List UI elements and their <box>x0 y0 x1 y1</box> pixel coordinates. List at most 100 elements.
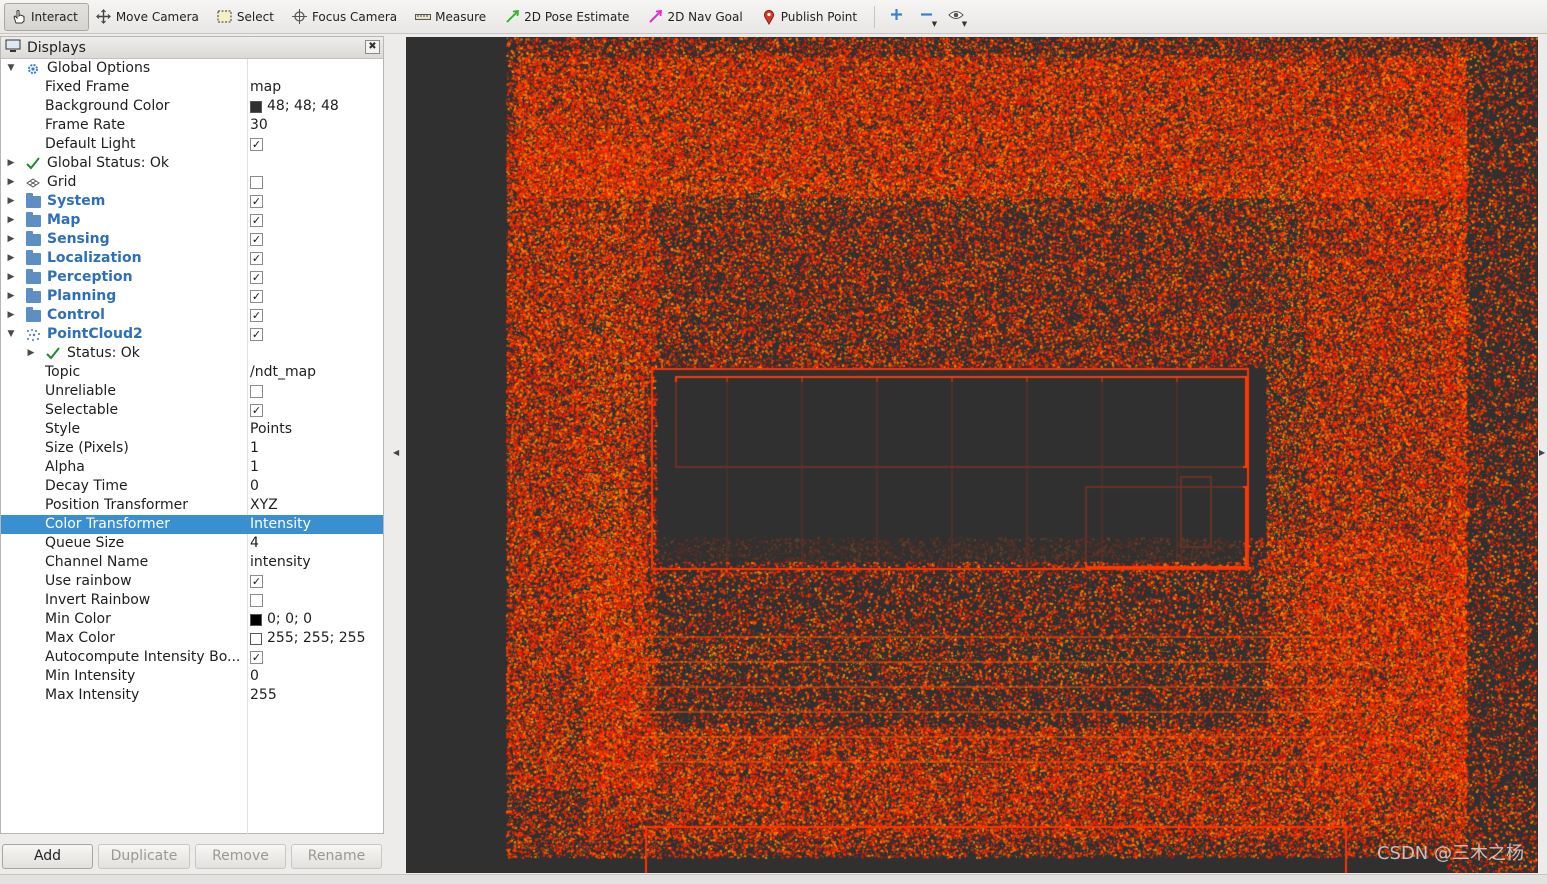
expanded-arrow-icon[interactable]: ▼ <box>5 325 17 344</box>
interact-tool-button[interactable]: Interact <box>4 2 89 31</box>
tree-row-pointcloud2[interactable]: ▼ PointCloud2 ✓ <box>1 325 383 344</box>
property-row-background-color[interactable]: Background Color 48; 48; 48 <box>1 97 383 116</box>
unreliable-checkbox[interactable] <box>250 385 263 398</box>
render-viewport[interactable]: CSDN @三木之杨 <box>406 37 1538 873</box>
property-row-decay-time[interactable]: Decay Time 0 <box>1 477 383 496</box>
measure-tool-button[interactable]: Measure <box>408 3 497 31</box>
collapsed-arrow-icon[interactable]: ▶ <box>25 344 37 363</box>
property-row-channel-name[interactable]: Channel Name intensity <box>1 553 383 572</box>
property-value[interactable]: Intensity <box>250 515 311 534</box>
property-value[interactable]: XYZ <box>250 496 278 515</box>
tree-row-global-options[interactable]: ▼ Global Options <box>1 59 383 78</box>
property-row-unreliable[interactable]: Unreliable <box>1 382 383 401</box>
color-value[interactable]: 255; 255; 255 <box>250 629 366 648</box>
property-row-frame-rate[interactable]: Frame Rate 30 <box>1 116 383 135</box>
property-value[interactable]: 0 <box>250 477 259 496</box>
collapsed-arrow-icon[interactable]: ▶ <box>5 211 17 230</box>
tree-row-pointcloud-status[interactable]: ▶ Status: Ok <box>1 344 383 363</box>
tree-row-global-status[interactable]: ▶ Global Status: Ok <box>1 154 383 173</box>
grid-checkbox[interactable] <box>250 176 263 189</box>
property-value[interactable]: 4 <box>250 534 259 553</box>
select-tool-button[interactable]: Select <box>210 3 285 31</box>
invert-rainbow-checkbox[interactable] <box>250 594 263 607</box>
property-row-position-transformer[interactable]: Position Transformer XYZ <box>1 496 383 515</box>
property-value[interactable]: 1 <box>250 458 259 477</box>
tree-row-perception[interactable]: ▶ Perception ✓ <box>1 268 383 287</box>
collapse-right-arrow-icon[interactable]: ▶ <box>1539 448 1545 457</box>
tree-row-planning[interactable]: ▶ Planning ✓ <box>1 287 383 306</box>
remove-tool-button[interactable]: ▼ <box>911 3 941 31</box>
property-row-style[interactable]: Style Points <box>1 420 383 439</box>
use-rainbow-checkbox[interactable]: ✓ <box>250 575 263 588</box>
collapsed-arrow-icon[interactable]: ▶ <box>5 268 17 287</box>
property-value[interactable]: 255 <box>250 686 277 705</box>
collapsed-arrow-icon[interactable]: ▶ <box>5 173 17 192</box>
publish-point-tool-button[interactable]: Publish Point <box>754 3 868 31</box>
property-row-selectable[interactable]: Selectable ✓ <box>1 401 383 420</box>
pointcloud2-checkbox[interactable]: ✓ <box>250 328 263 341</box>
property-row-invert-rainbow[interactable]: Invert Rainbow <box>1 591 383 610</box>
remove-button[interactable]: Remove <box>195 844 286 869</box>
collapsed-arrow-icon[interactable]: ▶ <box>5 192 17 211</box>
collapsed-arrow-icon[interactable]: ▶ <box>5 287 17 306</box>
tree-row-sensing[interactable]: ▶ Sensing ✓ <box>1 230 383 249</box>
point-cloud-map[interactable] <box>406 37 1538 873</box>
tree-row-system[interactable]: ▶ System ✓ <box>1 192 383 211</box>
property-row-use-rainbow[interactable]: Use rainbow ✓ <box>1 572 383 591</box>
visibility-tool-button[interactable]: ▼ <box>941 3 971 31</box>
property-value[interactable]: intensity <box>250 553 311 572</box>
property-value[interactable]: 1 <box>250 439 259 458</box>
collapsed-arrow-icon[interactable]: ▶ <box>5 249 17 268</box>
pose-estimate-tool-button[interactable]: 2D Pose Estimate <box>497 3 640 31</box>
group-checkbox[interactable]: ✓ <box>250 195 263 208</box>
property-row-size[interactable]: Size (Pixels) 1 <box>1 439 383 458</box>
color-value[interactable]: 0; 0; 0 <box>250 610 312 629</box>
autocompute-checkbox[interactable]: ✓ <box>250 651 263 664</box>
group-checkbox[interactable]: ✓ <box>250 271 263 284</box>
duplicate-button[interactable]: Duplicate <box>98 844 190 869</box>
add-tool-button[interactable] <box>881 3 911 31</box>
collapsed-arrow-icon[interactable]: ▶ <box>5 154 17 173</box>
group-checkbox[interactable]: ✓ <box>250 309 263 322</box>
selectable-checkbox[interactable]: ✓ <box>250 404 263 417</box>
property-row-topic[interactable]: Topic /ndt_map <box>1 363 383 382</box>
add-button[interactable]: Add <box>2 844 93 869</box>
panel-splitter[interactable]: ◀ <box>386 36 404 872</box>
property-value[interactable]: Points <box>250 420 292 439</box>
group-checkbox[interactable]: ✓ <box>250 252 263 265</box>
property-label: Topic <box>45 364 81 380</box>
group-checkbox[interactable]: ✓ <box>250 214 263 227</box>
focus-camera-tool-button[interactable]: Focus Camera <box>285 3 408 31</box>
property-row-autocompute[interactable]: Autocompute Intensity Bo... ✓ <box>1 648 383 667</box>
collapsed-arrow-icon[interactable]: ▶ <box>5 306 17 325</box>
property-value[interactable]: map <box>250 78 281 97</box>
property-row-fixed-frame[interactable]: Fixed Frame map <box>1 78 383 97</box>
property-row-min-intensity[interactable]: Min Intensity 0 <box>1 667 383 686</box>
property-value[interactable]: /ndt_map <box>250 363 316 382</box>
nav-goal-tool-button[interactable]: 2D Nav Goal <box>640 3 753 31</box>
property-row-alpha[interactable]: Alpha 1 <box>1 458 383 477</box>
tree-row-grid[interactable]: ▶ Grid <box>1 173 383 192</box>
tree-row-localization[interactable]: ▶ Localization ✓ <box>1 249 383 268</box>
color-value[interactable]: 48; 48; 48 <box>250 97 339 116</box>
property-row-max-intensity[interactable]: Max Intensity 255 <box>1 686 383 705</box>
property-row-color-transformer[interactable]: Color Transformer Intensity <box>1 515 383 534</box>
property-row-default-light[interactable]: Default Light ✓ <box>1 135 383 154</box>
expanded-arrow-icon[interactable]: ▼ <box>5 59 17 78</box>
property-label: Invert Rainbow <box>45 592 151 608</box>
property-row-queue-size[interactable]: Queue Size 4 <box>1 534 383 553</box>
panel-close-button[interactable]: ✖ <box>365 40 380 54</box>
default-light-checkbox[interactable]: ✓ <box>250 138 263 151</box>
group-checkbox[interactable]: ✓ <box>250 233 263 246</box>
collapse-left-arrow-icon[interactable]: ◀ <box>393 448 399 457</box>
property-value[interactable]: 30 <box>250 116 268 135</box>
collapsed-arrow-icon[interactable]: ▶ <box>5 230 17 249</box>
property-value[interactable]: 0 <box>250 667 259 686</box>
property-row-max-color[interactable]: Max Color 255; 255; 255 <box>1 629 383 648</box>
move-camera-tool-button[interactable]: Move Camera <box>89 3 210 31</box>
tree-row-control[interactable]: ▶ Control ✓ <box>1 306 383 325</box>
rename-button[interactable]: Rename <box>291 844 382 869</box>
group-checkbox[interactable]: ✓ <box>250 290 263 303</box>
property-row-min-color[interactable]: Min Color 0; 0; 0 <box>1 610 383 629</box>
tree-row-map[interactable]: ▶ Map ✓ <box>1 211 383 230</box>
